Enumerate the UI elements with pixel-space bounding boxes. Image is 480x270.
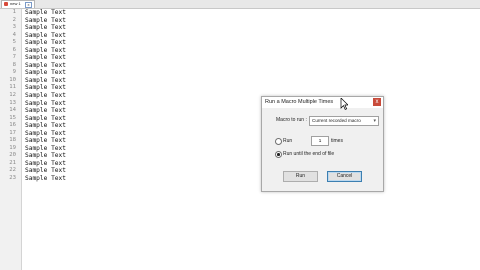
line-text: Sample Text — [25, 167, 66, 175]
editor-line[interactable]: 21 Sample Text — [0, 160, 480, 168]
line-number: 17 — [9, 129, 16, 136]
editor-line[interactable]: 13 Sample Text — [0, 100, 480, 108]
editor-line[interactable]: 9 Sample Text — [0, 69, 480, 77]
line-number: 16 — [9, 122, 16, 129]
editor-line[interactable]: 12 Sample Text — [0, 92, 480, 100]
line-text: Sample Text — [25, 114, 66, 122]
line-text: Sample Text — [25, 54, 66, 62]
file-modified-icon — [4, 2, 8, 6]
line-text: Sample Text — [25, 9, 66, 16]
macro-select-value: Current recorded macro — [312, 118, 361, 123]
line-number: 10 — [9, 76, 16, 83]
run-radio-label: Run — [283, 138, 293, 144]
line-number: 1 — [12, 9, 16, 15]
close-icon[interactable]: x — [373, 98, 381, 106]
times-label: times — [331, 138, 343, 144]
editor-line[interactable]: 18 Sample Text — [0, 137, 480, 145]
line-number: 22 — [9, 167, 16, 174]
chevron-down-icon: ▾ — [373, 118, 376, 124]
dialog-title: Run a Macro Multiple Times — [265, 99, 334, 105]
line-text: Sample Text — [25, 16, 66, 24]
line-text: Sample Text — [25, 24, 66, 32]
line-text: Sample Text — [25, 159, 66, 167]
line-text: Sample Text — [25, 129, 66, 137]
tab-new-1[interactable]: new 1 x — [1, 0, 35, 8]
editor-line[interactable]: 10 Sample Text — [0, 77, 480, 85]
tab-label: new 1 — [10, 1, 21, 6]
editor-line[interactable]: 4 Sample Text — [0, 32, 480, 40]
run-until-end-radio[interactable] — [275, 151, 282, 158]
line-text: Sample Text — [25, 99, 66, 107]
line-number: 12 — [9, 92, 16, 99]
line-text: Sample Text — [25, 122, 66, 130]
run-times-radio[interactable] — [275, 138, 282, 145]
line-number: 15 — [9, 114, 16, 121]
editor-line[interactable]: 14 Sample Text — [0, 107, 480, 115]
run-button[interactable]: Run — [283, 171, 318, 182]
editor-line[interactable]: 6 Sample Text — [0, 47, 480, 55]
line-number: 18 — [9, 137, 16, 144]
run-until-end-label: Run until the end of file — [283, 151, 335, 157]
editor-line[interactable]: 19 Sample Text — [0, 145, 480, 153]
line-number: 7 — [12, 54, 16, 61]
line-text: Sample Text — [25, 107, 66, 115]
editor-line[interactable]: 15 Sample Text — [0, 115, 480, 123]
line-number: 5 — [12, 39, 16, 46]
line-number: 8 — [12, 61, 16, 68]
close-tab-icon[interactable]: x — [25, 2, 32, 8]
editor-line[interactable]: 3 Sample Text — [0, 24, 480, 32]
line-number: 13 — [9, 99, 16, 106]
times-input[interactable]: 1 — [311, 136, 329, 146]
editor-line[interactable]: 23 Sample Text — [0, 175, 480, 183]
editor-line[interactable]: 5 Sample Text — [0, 39, 480, 47]
editor-line[interactable]: 11 Sample Text — [0, 84, 480, 92]
line-text: Sample Text — [25, 152, 66, 160]
editor-line[interactable]: 17 Sample Text — [0, 130, 480, 138]
line-text: Sample Text — [25, 69, 66, 77]
tab-bar: new 1 x — [0, 0, 480, 9]
editor-text-area[interactable]: 1 Sample Text 2 Sample Text 3 Sample Text 4 Sam… — [0, 9, 480, 183]
line-number: 6 — [12, 46, 16, 53]
line-number: 20 — [9, 152, 16, 159]
line-number: 3 — [12, 24, 16, 31]
editor-line[interactable]: 8 Sample Text — [0, 62, 480, 70]
line-number: 2 — [12, 16, 16, 23]
macro-select[interactable]: Current recorded macro ▾ — [309, 116, 379, 126]
line-text: Sample Text — [25, 31, 66, 39]
editor-line[interactable]: 16 Sample Text — [0, 122, 480, 130]
line-number: 4 — [12, 31, 16, 38]
line-number: 11 — [9, 84, 16, 91]
line-text: Sample Text — [25, 144, 66, 152]
line-text: Sample Text — [25, 175, 66, 183]
cancel-button[interactable]: Cancel — [327, 171, 362, 182]
line-text: Sample Text — [25, 92, 66, 100]
line-text: Sample Text — [25, 39, 66, 47]
line-text: Sample Text — [25, 46, 66, 54]
editor-line[interactable]: 7 Sample Text — [0, 54, 480, 62]
editor-line[interactable]: 22 Sample Text — [0, 167, 480, 175]
editor-line[interactable]: 2 Sample Text — [0, 17, 480, 25]
line-number: 19 — [9, 144, 16, 151]
dialog-title-bar[interactable]: Run a Macro Multiple Times x — [262, 97, 383, 108]
editor-line[interactable]: 1 Sample Text — [0, 9, 480, 17]
line-number: 9 — [12, 69, 16, 76]
line-number: 14 — [9, 107, 16, 114]
mouse-cursor-icon — [340, 98, 348, 110]
editor-line[interactable]: 20 Sample Text — [0, 152, 480, 160]
line-number: 21 — [9, 159, 16, 166]
macro-to-run-label: Macro to run : — [276, 117, 307, 123]
line-text: Sample Text — [25, 61, 66, 69]
line-text: Sample Text — [25, 76, 66, 84]
line-text: Sample Text — [25, 84, 66, 92]
line-number: 23 — [9, 175, 16, 182]
line-text: Sample Text — [25, 137, 66, 145]
